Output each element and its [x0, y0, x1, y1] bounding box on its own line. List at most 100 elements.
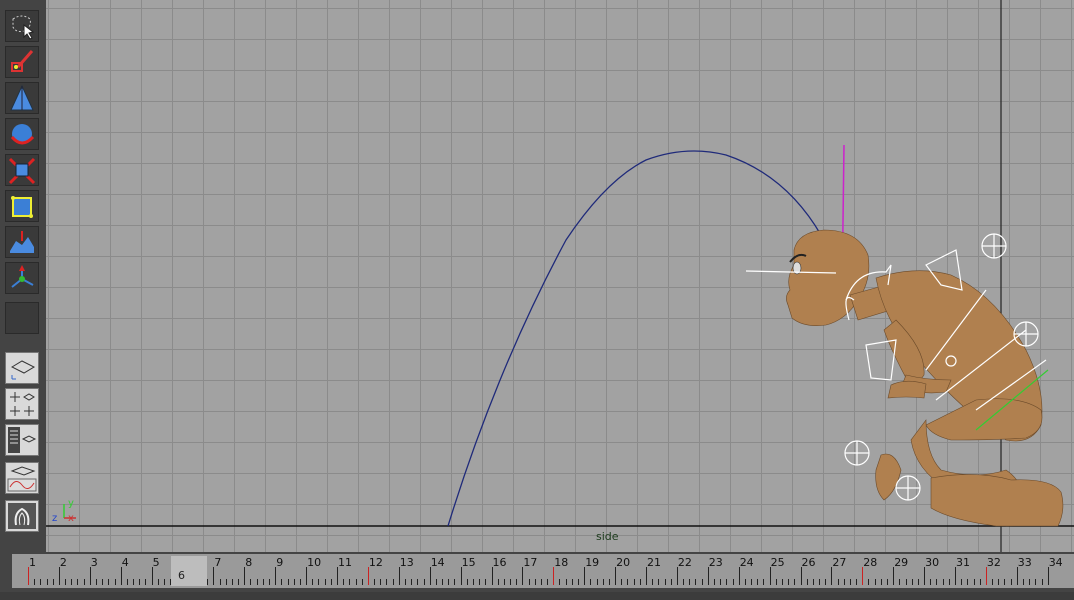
minor-tick — [1035, 579, 1037, 585]
minor-tick — [497, 579, 499, 585]
lasso-select-icon[interactable] — [5, 10, 39, 42]
minor-tick — [936, 579, 938, 585]
frame-label: 34 — [1048, 556, 1063, 569]
minor-tick — [683, 579, 685, 585]
minor-tick — [621, 579, 623, 585]
minor-tick — [633, 579, 635, 585]
minor-tick — [868, 579, 870, 585]
axis-y-label: y — [68, 498, 74, 509]
minor-tick — [856, 579, 858, 585]
minor-tick — [207, 579, 209, 585]
keyframe-tick — [367, 567, 369, 585]
minor-tick — [726, 579, 728, 585]
frame-label: 14 — [430, 556, 445, 569]
minor-tick — [435, 579, 437, 585]
hypershade-layout-icon[interactable] — [5, 500, 39, 532]
minor-tick — [979, 579, 981, 585]
minor-tick — [887, 579, 889, 585]
frame-tick — [769, 567, 771, 585]
minor-tick — [948, 579, 950, 585]
minor-tick — [262, 579, 264, 585]
persp-graph-layout-icon[interactable] — [5, 462, 39, 494]
frame-tick — [306, 567, 308, 585]
minor-tick — [763, 579, 765, 585]
time-slider[interactable]: 1234567891011121314151617181920212223242… — [0, 552, 1074, 592]
minor-tick — [571, 579, 573, 585]
frame-tick — [244, 567, 246, 585]
frame-tick — [89, 567, 91, 585]
frame-label: 24 — [739, 556, 754, 569]
side-viewport[interactable]: y z x side — [46, 0, 1074, 552]
frame-tick — [800, 567, 802, 585]
outliner-persp-layout-icon[interactable] — [5, 424, 39, 456]
frame-tick — [213, 567, 215, 585]
minor-tick — [825, 579, 827, 585]
frame-tick — [1047, 567, 1049, 585]
minor-tick — [627, 579, 629, 585]
frame-label: 18 — [554, 556, 569, 569]
minor-tick — [639, 579, 641, 585]
move-tool-icon[interactable] — [5, 82, 39, 114]
axis-z-label: z — [52, 513, 57, 524]
soft-modification-icon[interactable] — [5, 226, 39, 258]
frame-label: 25 — [770, 556, 785, 569]
frame-label: 28 — [863, 556, 878, 569]
minor-tick — [540, 579, 542, 585]
frame-label: 21 — [647, 556, 661, 569]
frame-label: 16 — [492, 556, 507, 569]
frame-tick — [120, 567, 122, 585]
minor-tick — [664, 579, 666, 585]
minor-tick — [547, 579, 549, 585]
minor-tick — [806, 579, 808, 585]
minor-tick — [788, 579, 790, 585]
minor-tick — [83, 579, 85, 585]
frame-label: 30 — [925, 556, 940, 569]
frame-label: 8 — [245, 556, 253, 569]
minor-tick — [1041, 579, 1043, 585]
frame-label: 29 — [894, 556, 909, 569]
minor-tick — [713, 579, 715, 585]
rotate-tool-icon[interactable] — [5, 118, 39, 150]
minor-tick — [608, 579, 610, 585]
minor-tick — [65, 579, 67, 585]
minor-tick — [819, 579, 821, 585]
frame-label: 7 — [214, 556, 222, 569]
frame-tick — [522, 567, 524, 585]
minor-tick — [701, 579, 703, 585]
frame-label: 10 — [307, 556, 322, 569]
scale-tool-icon[interactable] — [5, 154, 39, 186]
current-frame-marker[interactable] — [171, 556, 207, 586]
frame-tick — [615, 567, 617, 585]
minor-tick — [744, 579, 746, 585]
minor-tick — [102, 579, 104, 585]
four-view-layout-icon[interactable] — [5, 388, 39, 420]
range-slider[interactable] — [0, 592, 1074, 600]
minor-tick — [1010, 579, 1012, 585]
show-manipulator-icon[interactable] — [5, 262, 39, 294]
minor-tick — [967, 579, 969, 585]
minor-tick — [238, 579, 240, 585]
minor-tick — [77, 579, 79, 585]
minor-tick — [899, 579, 901, 585]
paint-select-icon[interactable] — [5, 46, 39, 78]
minor-tick — [404, 579, 406, 585]
frame-label: 9 — [276, 556, 284, 569]
single-perspective-layout-icon[interactable] — [5, 352, 39, 384]
minor-tick — [751, 579, 753, 585]
last-tool-icon[interactable] — [5, 302, 39, 334]
minor-tick — [417, 579, 419, 585]
minor-tick — [757, 579, 759, 585]
minor-tick — [794, 579, 796, 585]
minor-tick — [386, 579, 388, 585]
minor-tick — [472, 579, 474, 585]
minor-tick — [108, 579, 110, 585]
minor-tick — [299, 579, 301, 585]
universal-manipulator-icon[interactable] — [5, 190, 39, 222]
keyframe-tick — [28, 567, 29, 585]
current-frame-label: 6 — [178, 569, 185, 582]
minor-tick — [658, 579, 660, 585]
frame-tick — [676, 567, 678, 585]
minor-tick — [516, 579, 518, 585]
frame-label: 11 — [338, 556, 352, 569]
minor-tick — [942, 579, 944, 585]
